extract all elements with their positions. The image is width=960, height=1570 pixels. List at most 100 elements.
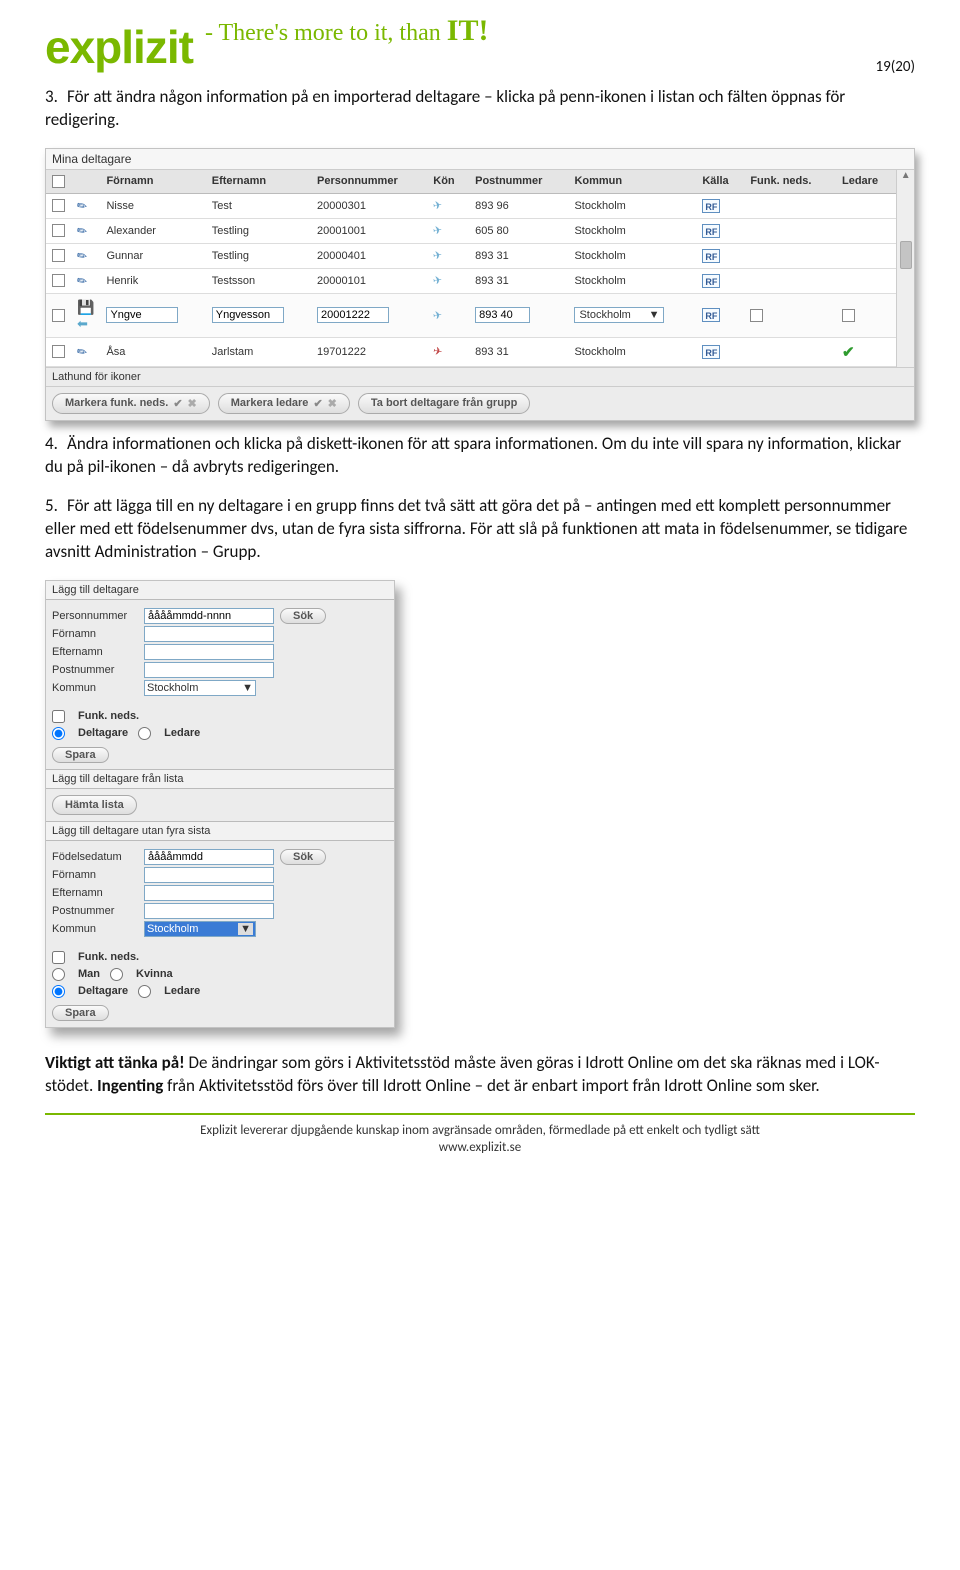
col-kommun[interactable]: Kommun bbox=[568, 170, 696, 194]
col-kon[interactable]: Kön bbox=[427, 170, 469, 194]
row-checkbox[interactable] bbox=[52, 199, 65, 212]
page-footer: Explizit levererar djupgående kunskap in… bbox=[45, 1113, 915, 1157]
section-fromlist: Lägg till deltagare från lista bbox=[46, 769, 394, 789]
pen-icon[interactable]: ✎ bbox=[74, 197, 90, 214]
kvinna-radio[interactable] bbox=[110, 968, 123, 981]
kommun-select[interactable]: Stockholm bbox=[147, 682, 198, 694]
fornamn-input[interactable] bbox=[106, 307, 178, 323]
table-row: ✎ Gunnar Testling 20000401 ✈ 893 31 Stoc… bbox=[46, 243, 896, 268]
participants-table: Förnamn Efternamn Personnummer Kön Postn… bbox=[46, 170, 896, 367]
pnr-field[interactable] bbox=[144, 608, 274, 624]
rf-badge: RF bbox=[702, 224, 720, 238]
section-add: Lägg till deltagare bbox=[46, 581, 394, 600]
rf-badge: RF bbox=[702, 274, 720, 288]
row-checkbox[interactable] bbox=[52, 274, 65, 287]
col-post[interactable]: Postnummer bbox=[469, 170, 568, 194]
male-icon: ✈ bbox=[432, 199, 443, 213]
col-efternamn[interactable]: Efternamn bbox=[206, 170, 311, 194]
efternamn-field-2[interactable] bbox=[144, 885, 274, 901]
row-checkbox[interactable] bbox=[52, 224, 65, 237]
male-icon: ✈ bbox=[432, 249, 443, 263]
spara-button-2[interactable]: Spara bbox=[52, 1005, 109, 1021]
label-fodelse: Födelsedatum bbox=[52, 851, 138, 863]
markera-ledare-button[interactable]: Markera ledare ✔ ✖ bbox=[218, 393, 350, 414]
instruction-3: 3.För att ändra någon information på en … bbox=[45, 86, 915, 132]
hamta-lista-button[interactable]: Hämta lista bbox=[52, 795, 137, 815]
male-icon: ✈ bbox=[432, 274, 443, 288]
deltagare-radio[interactable] bbox=[52, 727, 65, 740]
kommun-select-2[interactable]: Stockholm bbox=[147, 923, 198, 935]
pen-icon[interactable]: ✎ bbox=[74, 222, 90, 239]
table-row-editing: 💾 ⬅ ✈ Stockholm ▼ bbox=[46, 293, 896, 337]
efternamn-input[interactable] bbox=[212, 307, 284, 323]
col-pnr[interactable]: Personnummer bbox=[311, 170, 427, 194]
select-all-checkbox[interactable] bbox=[52, 175, 65, 188]
back-arrow-icon[interactable]: ⬅ bbox=[77, 316, 88, 332]
important-note: Viktigt att tänka på! De ändringar som g… bbox=[45, 1052, 915, 1098]
grid-screenshot: Mina deltagare Förnamn Efternamn Personn… bbox=[45, 148, 915, 421]
rf-badge: RF bbox=[702, 308, 720, 322]
post-input[interactable] bbox=[475, 307, 530, 323]
table-row: ✎ Åsa Jarlstam 19701222 ✈ 893 31 Stockho… bbox=[46, 337, 896, 366]
fornamn-field[interactable] bbox=[144, 626, 274, 642]
funkneds-checkbox[interactable] bbox=[750, 309, 763, 322]
instruction-5: 5.För att lägga till en ny deltagare i e… bbox=[45, 495, 915, 564]
tagline: - There's more to it, than IT! bbox=[205, 14, 489, 48]
label-efternamn: Efternamn bbox=[52, 646, 138, 658]
markera-funk-button[interactable]: Markera funk. neds. ✔ ✖ bbox=[52, 393, 210, 414]
ledare-radio-2[interactable] bbox=[138, 985, 151, 998]
col-funkneds[interactable]: Funk. neds. bbox=[744, 170, 836, 194]
label-pnr: Personnummer bbox=[52, 610, 138, 622]
rf-badge: RF bbox=[702, 199, 720, 213]
sok-button-2[interactable]: Sök bbox=[280, 849, 326, 865]
fodelse-field[interactable] bbox=[144, 849, 274, 865]
male-icon: ✈ bbox=[432, 224, 443, 238]
logo: explizit bbox=[45, 20, 205, 74]
page-header: explizit - There's more to it, than IT! bbox=[45, 20, 915, 74]
ledare-checkbox[interactable] bbox=[842, 309, 855, 322]
chevron-down-icon[interactable]: ▼ bbox=[238, 923, 253, 935]
logo-text: explizit bbox=[45, 20, 193, 74]
label-postnummer: Postnummer bbox=[52, 664, 138, 676]
row-checkbox[interactable] bbox=[52, 345, 65, 358]
rf-badge: RF bbox=[702, 249, 720, 263]
kommun-select[interactable]: Stockholm bbox=[579, 309, 630, 321]
funkneds-checkbox-2[interactable] bbox=[52, 951, 65, 964]
tabort-deltagare-button[interactable]: Ta bort deltagare från grupp bbox=[358, 393, 530, 414]
deltagare-radio-2[interactable] bbox=[52, 985, 65, 998]
pnr-input[interactable] bbox=[317, 307, 389, 323]
label-kommun: Kommun bbox=[52, 682, 138, 694]
pen-icon[interactable]: ✎ bbox=[74, 272, 90, 289]
row-checkbox[interactable] bbox=[52, 309, 65, 322]
x-icon: ✖ bbox=[328, 397, 337, 410]
page-number: 19(20) bbox=[875, 58, 915, 76]
man-radio[interactable] bbox=[52, 968, 65, 981]
chevron-down-icon[interactable]: ▼ bbox=[649, 309, 660, 321]
efternamn-field[interactable] bbox=[144, 644, 274, 660]
postnummer-field[interactable] bbox=[144, 662, 274, 678]
pen-icon[interactable]: ✎ bbox=[74, 247, 90, 264]
grid-title: Mina deltagare bbox=[46, 149, 914, 170]
row-checkbox[interactable] bbox=[52, 249, 65, 262]
pen-icon[interactable]: ✎ bbox=[74, 343, 90, 360]
table-row: ✎ Henrik Testsson 20000101 ✈ 893 31 Stoc… bbox=[46, 268, 896, 293]
funkneds-checkbox[interactable] bbox=[52, 710, 65, 723]
instruction-4: 4.Ändra informationen och klicka på disk… bbox=[45, 433, 915, 479]
col-fornamn[interactable]: Förnamn bbox=[100, 170, 205, 194]
lathund-label: Lathund för ikoner bbox=[46, 367, 914, 386]
fornamn-field-2[interactable] bbox=[144, 867, 274, 883]
spara-button[interactable]: Spara bbox=[52, 747, 109, 763]
sok-button[interactable]: Sök bbox=[280, 608, 326, 624]
table-row: ✎ Alexander Testling 20001001 ✈ 605 80 S… bbox=[46, 218, 896, 243]
chevron-down-icon[interactable]: ▼ bbox=[242, 682, 253, 694]
col-ledare[interactable]: Ledare bbox=[836, 170, 896, 194]
add-participant-form: Lägg till deltagare Personnummer Sök För… bbox=[45, 580, 395, 1028]
check-icon: ✔ bbox=[173, 397, 182, 410]
diskette-icon[interactable]: 💾 bbox=[77, 299, 94, 316]
col-kalla[interactable]: Källa bbox=[696, 170, 744, 194]
checkmark-icon: ✔ bbox=[842, 344, 855, 361]
ledare-radio[interactable] bbox=[138, 727, 151, 740]
x-icon: ✖ bbox=[188, 397, 197, 410]
postnummer-field-2[interactable] bbox=[144, 903, 274, 919]
scrollbar[interactable]: ▲ bbox=[896, 170, 914, 367]
